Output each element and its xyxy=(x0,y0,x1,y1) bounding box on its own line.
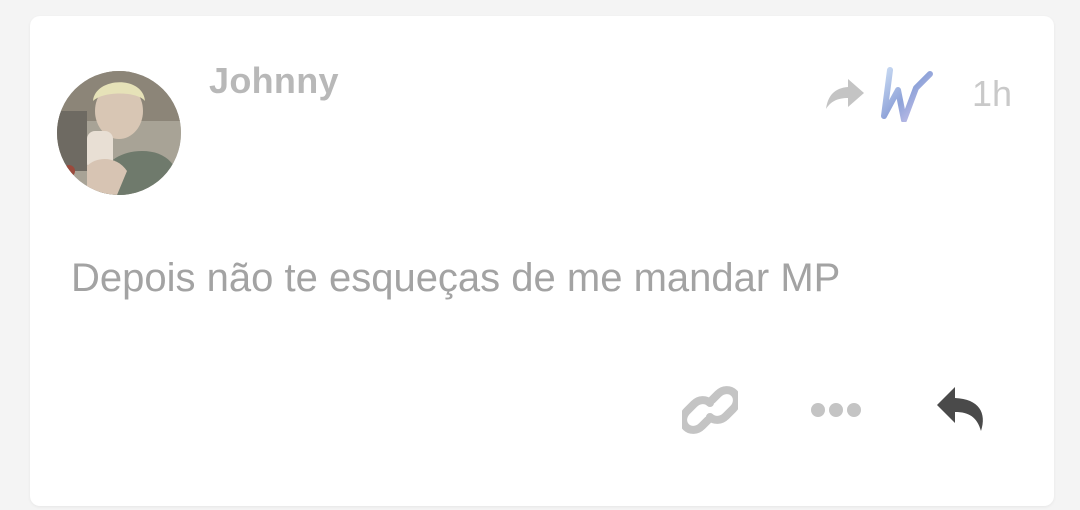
link-icon xyxy=(682,386,738,434)
reply-icon xyxy=(937,387,983,431)
copy-link-button[interactable] xyxy=(678,378,742,442)
post-timestamp: 1h xyxy=(971,73,1012,114)
more-horizontal-icon xyxy=(811,403,861,417)
post-card: Johnny 1h Depois não te esqueças de me m… xyxy=(30,16,1054,506)
post-meta: 1h xyxy=(824,66,1012,122)
post-actions xyxy=(678,378,994,442)
avatar[interactable] xyxy=(57,71,181,195)
author-name[interactable]: Johnny xyxy=(209,60,339,102)
reply-button[interactable] xyxy=(930,378,994,442)
w-badge-icon xyxy=(876,66,938,122)
post-body: Depois não te esqueças de me mandar MP xyxy=(71,256,841,300)
share-arrow-icon[interactable] xyxy=(824,73,866,115)
avatar-image xyxy=(57,71,181,195)
more-options-button[interactable] xyxy=(804,378,868,442)
